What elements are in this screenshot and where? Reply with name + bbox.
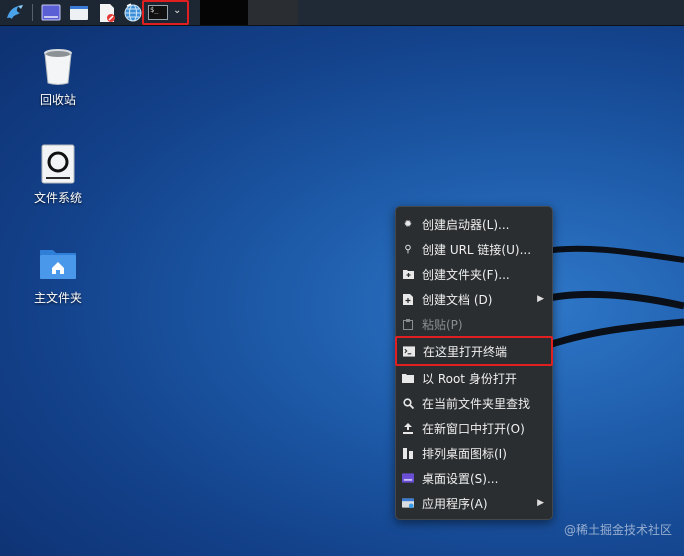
desktop-context-menu: ✹ 创建启动器(L)... ⚲ 创建 URL 链接(U)... 创建文件夹(F)… <box>395 206 553 520</box>
new-folder-icon <box>402 268 414 280</box>
desktop-icon-label: 文件系统 <box>33 191 82 205</box>
taskbar-window-2[interactable] <box>248 0 298 25</box>
web-browser-button[interactable] <box>122 2 144 23</box>
text-editor-icon <box>100 3 115 22</box>
desktop-icon-label: 回收站 <box>39 93 76 107</box>
new-document-icon <box>402 293 414 305</box>
taskbar-empty-area <box>298 0 684 25</box>
desktop-icon <box>41 4 61 21</box>
menu-item-open-as-root[interactable]: 以 Root 身份打开 <box>396 366 552 390</box>
submenu-arrow-icon: ▶ <box>537 294 544 304</box>
menu-item-search-folder[interactable]: 在当前文件夹里查找 <box>396 391 552 415</box>
upload-icon <box>402 422 414 434</box>
desktop-icon-label: 主文件夹 <box>33 291 82 305</box>
drive-icon <box>41 144 75 184</box>
paste-icon <box>402 318 414 330</box>
arrange-icon <box>402 447 414 459</box>
terminal-icon <box>403 345 415 357</box>
file-manager-button[interactable] <box>68 2 90 23</box>
watermark: @稀土掘金技术社区 <box>563 523 672 537</box>
taskbar: $_ ⌄ <box>0 0 684 26</box>
file-manager-icon <box>70 6 88 20</box>
search-icon <box>402 397 414 409</box>
menu-item-open-terminal-here[interactable]: 在这里打开终端 <box>395 336 553 366</box>
menu-item-open-new-window[interactable]: 在新窗口中打开(O) <box>396 416 552 440</box>
menu-item-arrange-icons[interactable]: 排列桌面图标(I) <box>396 441 552 465</box>
menu-item-create-document[interactable]: 创建文档 (D) ▶ <box>396 287 552 311</box>
submenu-arrow-icon: ▶ <box>537 498 544 508</box>
taskbar-window-1[interactable] <box>200 0 248 25</box>
globe-icon <box>124 2 142 21</box>
text-editor-button[interactable] <box>96 2 118 23</box>
trash-icon <box>44 49 72 85</box>
menu-item-desktop-settings[interactable]: 桌面设置(S)... <box>396 466 552 490</box>
terminal-icon[interactable]: $_ <box>148 5 168 20</box>
applications-icon <box>402 497 414 509</box>
terminal-launcher-group[interactable]: $_ ⌄ <box>142 0 189 25</box>
menu-item-paste: 粘贴(P) <box>396 312 552 336</box>
taskbar-separator <box>32 4 33 21</box>
menu-item-create-launcher[interactable]: ✹ 创建启动器(L)... <box>396 212 552 236</box>
gear-icon: ✹ <box>403 218 413 230</box>
desktop-icon-home[interactable]: 主文件夹 <box>18 244 98 306</box>
desktop-icon-filesystem[interactable]: 文件系统 <box>18 144 98 206</box>
menu-item-create-folder[interactable]: 创建文件夹(F)... <box>396 262 552 286</box>
desktop-icon-trash[interactable]: 回收站 <box>18 46 98 108</box>
wallpaper-cables <box>540 245 684 352</box>
home-folder-icon <box>40 250 76 279</box>
dragon-logo-icon <box>7 4 23 19</box>
show-desktop-button[interactable] <box>40 2 62 23</box>
chevron-down-icon[interactable]: ⌄ <box>173 5 181 16</box>
folder-icon <box>402 372 414 384</box>
desktop-settings-icon <box>402 472 414 484</box>
link-icon: ⚲ <box>404 243 412 255</box>
menu-item-applications[interactable]: 应用程序(A) ▶ <box>396 491 552 515</box>
menu-item-create-url-link[interactable]: ⚲ 创建 URL 链接(U)... <box>396 237 552 261</box>
start-menu-button[interactable] <box>2 2 28 23</box>
